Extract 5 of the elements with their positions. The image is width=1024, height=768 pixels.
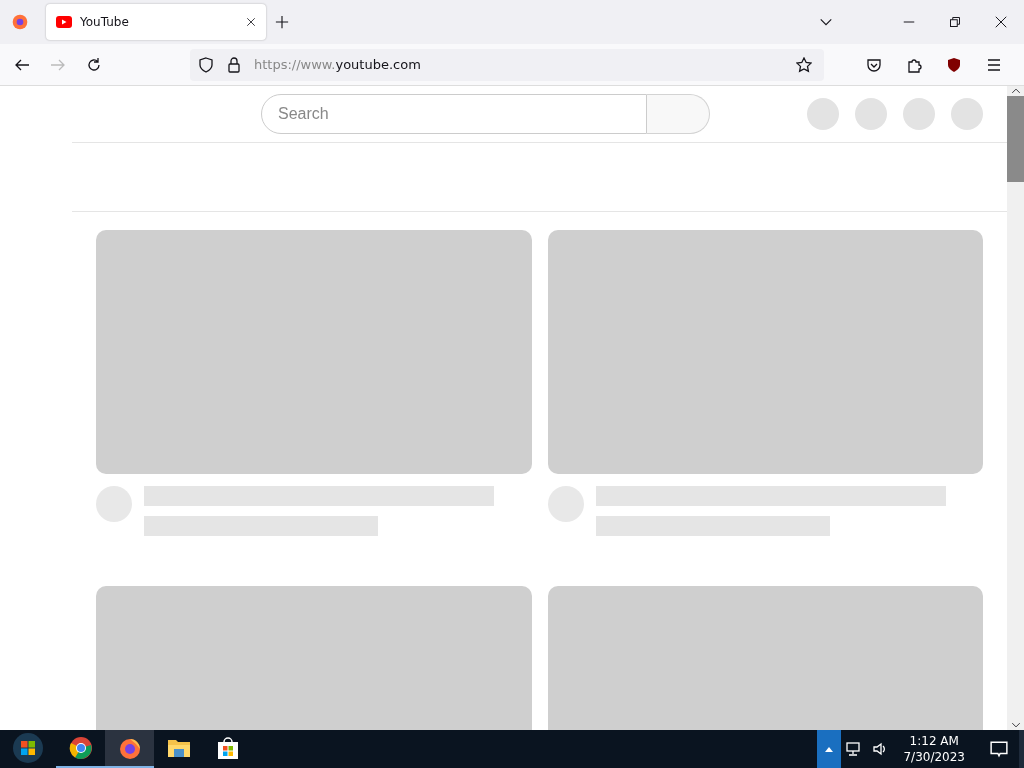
browser-tab[interactable]: YouTube [46,4,266,40]
clock-date[interactable]: 7/30/2023 [903,749,965,765]
tab-title: YouTube [80,15,130,29]
search-field[interactable]: Search [261,94,647,134]
clock-time[interactable]: 1:12 AM [909,733,959,749]
